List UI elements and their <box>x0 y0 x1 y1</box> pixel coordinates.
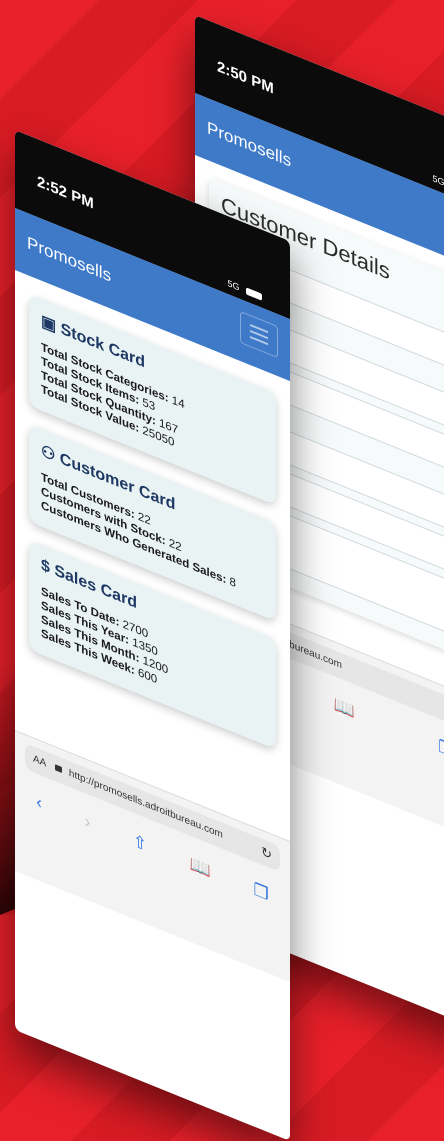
signal-label: 5G <box>227 277 240 293</box>
reload-icon[interactable]: ↻ <box>261 838 272 868</box>
dollar-icon: $ <box>41 556 50 578</box>
app-title: Promosells <box>27 232 112 286</box>
line-value: 8 <box>229 575 236 591</box>
hamburger-icon[interactable] <box>240 310 278 359</box>
battery-icon <box>246 287 262 301</box>
users-icon: ⚇ <box>41 442 56 466</box>
share-icon[interactable]: ⇧ <box>133 831 147 857</box>
status-time: 2:50 PM <box>217 57 274 98</box>
app-title: Promosells <box>207 117 292 171</box>
tabs-icon[interactable]: ❐ <box>253 879 268 905</box>
book-icon[interactable]: 📖 <box>334 694 355 723</box>
status-time: 2:52 PM <box>37 172 94 213</box>
front-phone: 2:52 PM 5G Promosells ▣ Stock Card Total… <box>15 130 290 1141</box>
book-icon[interactable]: 📖 <box>190 854 211 883</box>
box-icon: ▣ <box>41 312 57 336</box>
chevron-right-icon[interactable]: › <box>85 811 91 833</box>
text-size-button[interactable]: AA <box>33 753 46 769</box>
lock-icon <box>55 764 63 774</box>
chevron-left-icon[interactable]: ‹ <box>36 792 42 814</box>
tabs-icon[interactable]: ❐ <box>438 736 444 762</box>
browser-bar: AA http://promosells.adroitbureau.com ↻ … <box>15 730 290 983</box>
signal-label: 5G <box>432 172 444 188</box>
